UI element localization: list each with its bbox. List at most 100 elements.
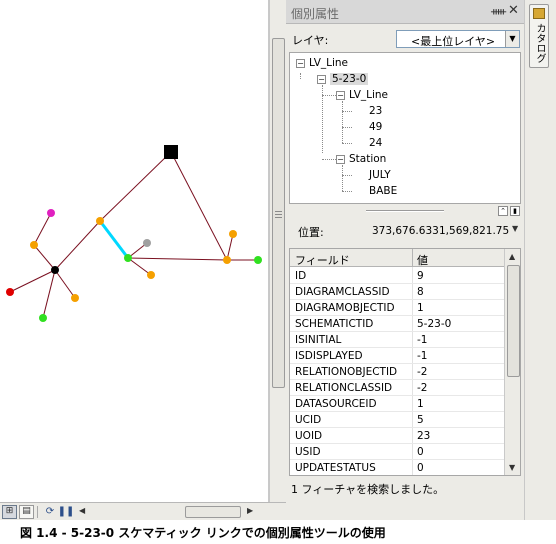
scroll-down-icon[interactable]: ▼: [509, 463, 515, 472]
selected-link[interactable]: [98, 220, 130, 259]
node[interactable]: [223, 256, 231, 264]
station-node[interactable]: [164, 145, 178, 159]
chevron-down-icon[interactable]: ▼: [505, 31, 519, 47]
panel-splitter[interactable]: ⌃ ▮: [286, 206, 524, 216]
table-row[interactable]: UCID 5: [290, 412, 504, 428]
data-view-icon[interactable]: ⊞: [2, 504, 17, 519]
map-vertical-scrollbar[interactable]: [269, 0, 286, 502]
schematic-map-view[interactable]: [0, 0, 269, 502]
map-horizontal-scrollbar[interactable]: ◀ ▶: [77, 504, 257, 519]
tree-item-label: LV_Line: [349, 89, 389, 101]
table-row[interactable]: DIAGRAMCLASSID 8: [290, 284, 504, 300]
link[interactable]: [9, 269, 56, 293]
table-row[interactable]: DATASOURCEID 1: [290, 396, 504, 412]
node[interactable]: [143, 239, 151, 247]
scroll-left-icon[interactable]: ◀: [79, 506, 85, 515]
refresh-icon[interactable]: ⟳: [43, 505, 57, 519]
table-row[interactable]: UPDATESTATUS 0: [290, 460, 504, 475]
link[interactable]: [127, 257, 228, 261]
close-icon[interactable]: ✕: [508, 3, 519, 18]
tree-item-station-feature[interactable]: BABE: [369, 184, 397, 198]
node[interactable]: [6, 288, 14, 296]
node[interactable]: [147, 271, 155, 279]
field-value: 5-23-0: [417, 318, 452, 330]
node[interactable]: [96, 217, 104, 225]
field-name: RELATIONCLASSID: [295, 382, 393, 394]
field-name: DIAGRAMOBJECTID: [295, 302, 395, 314]
schematic-diagram[interactable]: [0, 0, 269, 502]
field-name: RELATIONOBJECTID: [295, 366, 398, 378]
tree-item-station[interactable]: − Station: [336, 152, 386, 166]
node[interactable]: [229, 230, 237, 238]
identify-tree[interactable]: − LV_Line − 5-23-0 − LV_Line 23 49 24 − …: [289, 52, 521, 204]
tree-item-lv-line-links[interactable]: − LV_Line: [336, 88, 388, 102]
scrollbar-thumb[interactable]: [507, 265, 520, 377]
tree-item-label: 49: [369, 121, 383, 133]
collapse-icon[interactable]: −: [336, 154, 345, 164]
node[interactable]: [30, 241, 38, 249]
attribute-table[interactable]: フィールド 値 ID 9 DIAGRAMCLASSID 8 DIAGRAMOBJECTI…: [289, 248, 521, 476]
field-column-header[interactable]: フィールド: [295, 252, 350, 268]
node[interactable]: [254, 256, 262, 264]
scrollbar-thumb[interactable]: [272, 38, 285, 388]
table-row[interactable]: ID 9: [290, 268, 504, 284]
collapse-icon[interactable]: −: [317, 74, 326, 84]
status-bar: 1 フィーチャを検索しました。: [289, 479, 521, 497]
scrollbar-thumb[interactable]: [185, 505, 241, 518]
collapse-up-icon[interactable]: ⌃: [498, 206, 508, 216]
link[interactable]: [54, 220, 101, 271]
location-y-value: 1,569,821.75: [439, 225, 510, 237]
tree-item-label: LV_Line: [309, 57, 349, 69]
table-row[interactable]: DIAGRAMOBJECTID 1: [290, 300, 504, 316]
pause-icon[interactable]: ❚❚: [58, 505, 75, 519]
table-row[interactable]: UOID 23: [290, 428, 504, 444]
layout-view-icon[interactable]: ▤: [19, 504, 34, 519]
toolbar-separator: [37, 505, 38, 518]
tree-item-label: BABE: [369, 185, 398, 197]
field-value: 9: [417, 270, 424, 282]
identify-panel: 個別属性 ᚔ ✕ レイヤ: <最上位レイヤ> ▼ − LV_Line − 5-2…: [286, 0, 524, 520]
node[interactable]: [124, 254, 132, 262]
link[interactable]: [54, 269, 76, 299]
table-row[interactable]: ISINITIAL -1: [290, 332, 504, 348]
table-row[interactable]: USID 0: [290, 444, 504, 460]
value-column-header[interactable]: 値: [417, 252, 428, 268]
layer-dropdown[interactable]: <最上位レイヤ> ▼: [396, 30, 520, 48]
pin-icon[interactable]: ᚔ: [491, 5, 506, 18]
collapse-icon[interactable]: −: [296, 58, 305, 68]
location-options-icon[interactable]: ▼: [512, 224, 518, 233]
node[interactable]: [47, 209, 55, 217]
tree-item-link[interactable]: 24: [369, 136, 382, 150]
catalog-tab[interactable]: カタログ: [529, 4, 549, 68]
link[interactable]: [170, 151, 228, 261]
tree-item-lv-line[interactable]: − LV_Line: [296, 56, 348, 70]
tree-item-link[interactable]: 23: [369, 104, 382, 118]
link[interactable]: [127, 257, 152, 276]
field-value: -1: [417, 334, 428, 346]
table-row[interactable]: ISDISPLAYED -1: [290, 348, 504, 364]
tree-item-station-feature[interactable]: JULY: [369, 168, 391, 182]
tree-item-diagram[interactable]: − 5-23-0: [317, 72, 369, 86]
node[interactable]: [39, 314, 47, 322]
link[interactable]: [33, 244, 56, 271]
scroll-up-icon[interactable]: ▲: [509, 252, 515, 261]
link[interactable]: [33, 212, 52, 246]
table-row[interactable]: RELATIONOBJECTID -2: [290, 364, 504, 380]
link[interactable]: [42, 269, 56, 319]
node[interactable]: [71, 294, 79, 302]
map-toolbar: ⊞ ▤ ⟳ ❚❚ ◀ ▶: [0, 502, 286, 520]
collapse-icon[interactable]: −: [336, 90, 345, 100]
splitter-grip[interactable]: [366, 210, 444, 212]
expand-down-icon[interactable]: ▮: [510, 206, 520, 216]
node[interactable]: [51, 266, 59, 274]
link[interactable]: [99, 151, 172, 222]
scroll-right-icon[interactable]: ▶: [247, 506, 253, 515]
catalog-icon: [533, 8, 545, 19]
field-value: 8: [417, 286, 424, 298]
field-name: DIAGRAMCLASSID: [295, 286, 390, 298]
link[interactable]: [226, 233, 234, 261]
tree-item-link[interactable]: 49: [369, 120, 382, 134]
table-vertical-scrollbar[interactable]: ▲ ▼: [504, 249, 520, 475]
table-row[interactable]: SCHEMATICTID 5-23-0: [290, 316, 504, 332]
table-row[interactable]: RELATIONCLASSID -2: [290, 380, 504, 396]
